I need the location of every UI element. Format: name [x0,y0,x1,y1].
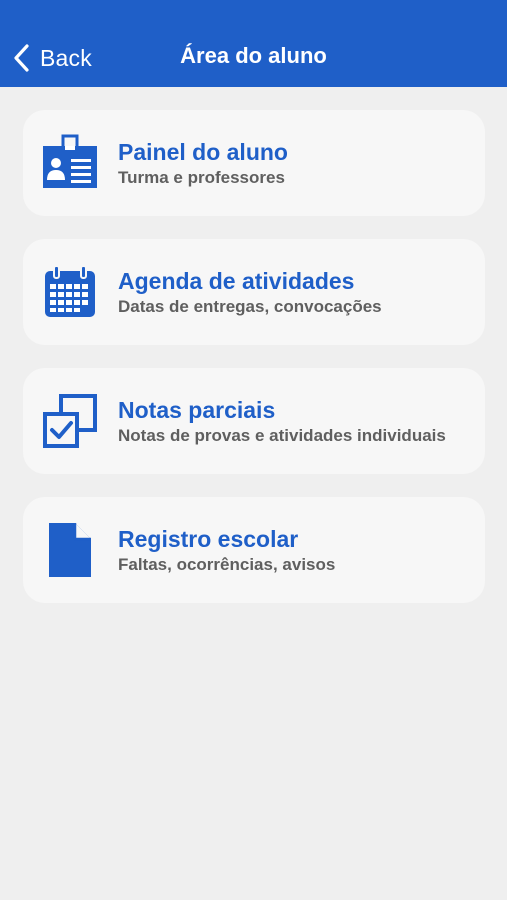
menu-item-subtitle: Datas de entregas, convocações [118,296,382,316]
document-icon [49,523,91,577]
menu-item-title: Registro escolar [118,525,299,552]
calendar-icon [45,265,95,317]
app-screen: Back Área do aluno Painel do aluno Turma… [0,0,507,900]
menu-item-subtitle: Notas de provas e atividades individuais [118,425,446,445]
menu-item-title: Painel do aluno [118,138,288,165]
navigation-bar: Back Área do aluno [0,0,507,87]
menu-item-notas-parciais[interactable]: Notas parciais Notas de provas e ativida… [23,368,485,474]
menu-item-subtitle: Faltas, ocorrências, avisos [118,554,336,574]
student-id-badge-icon [43,134,97,188]
menu-item-title: Agenda de atividades [118,267,355,294]
menu-item-painel-do-aluno[interactable]: Painel do aluno Turma e professores [23,110,485,216]
page-title: Área do aluno [180,43,327,68]
menu-list: Painel do aluno Turma e professores Agen… [23,110,485,626]
menu-item-title: Notas parciais [118,396,276,423]
menu-item-agenda-de-atividades[interactable]: Agenda de atividades Datas de entregas, … [23,239,485,345]
menu-item-subtitle: Turma e professores [118,167,285,187]
menu-item-registro-escolar[interactable]: Registro escolar Faltas, ocorrências, av… [23,497,485,603]
grades-checkbox-icon [43,394,97,448]
